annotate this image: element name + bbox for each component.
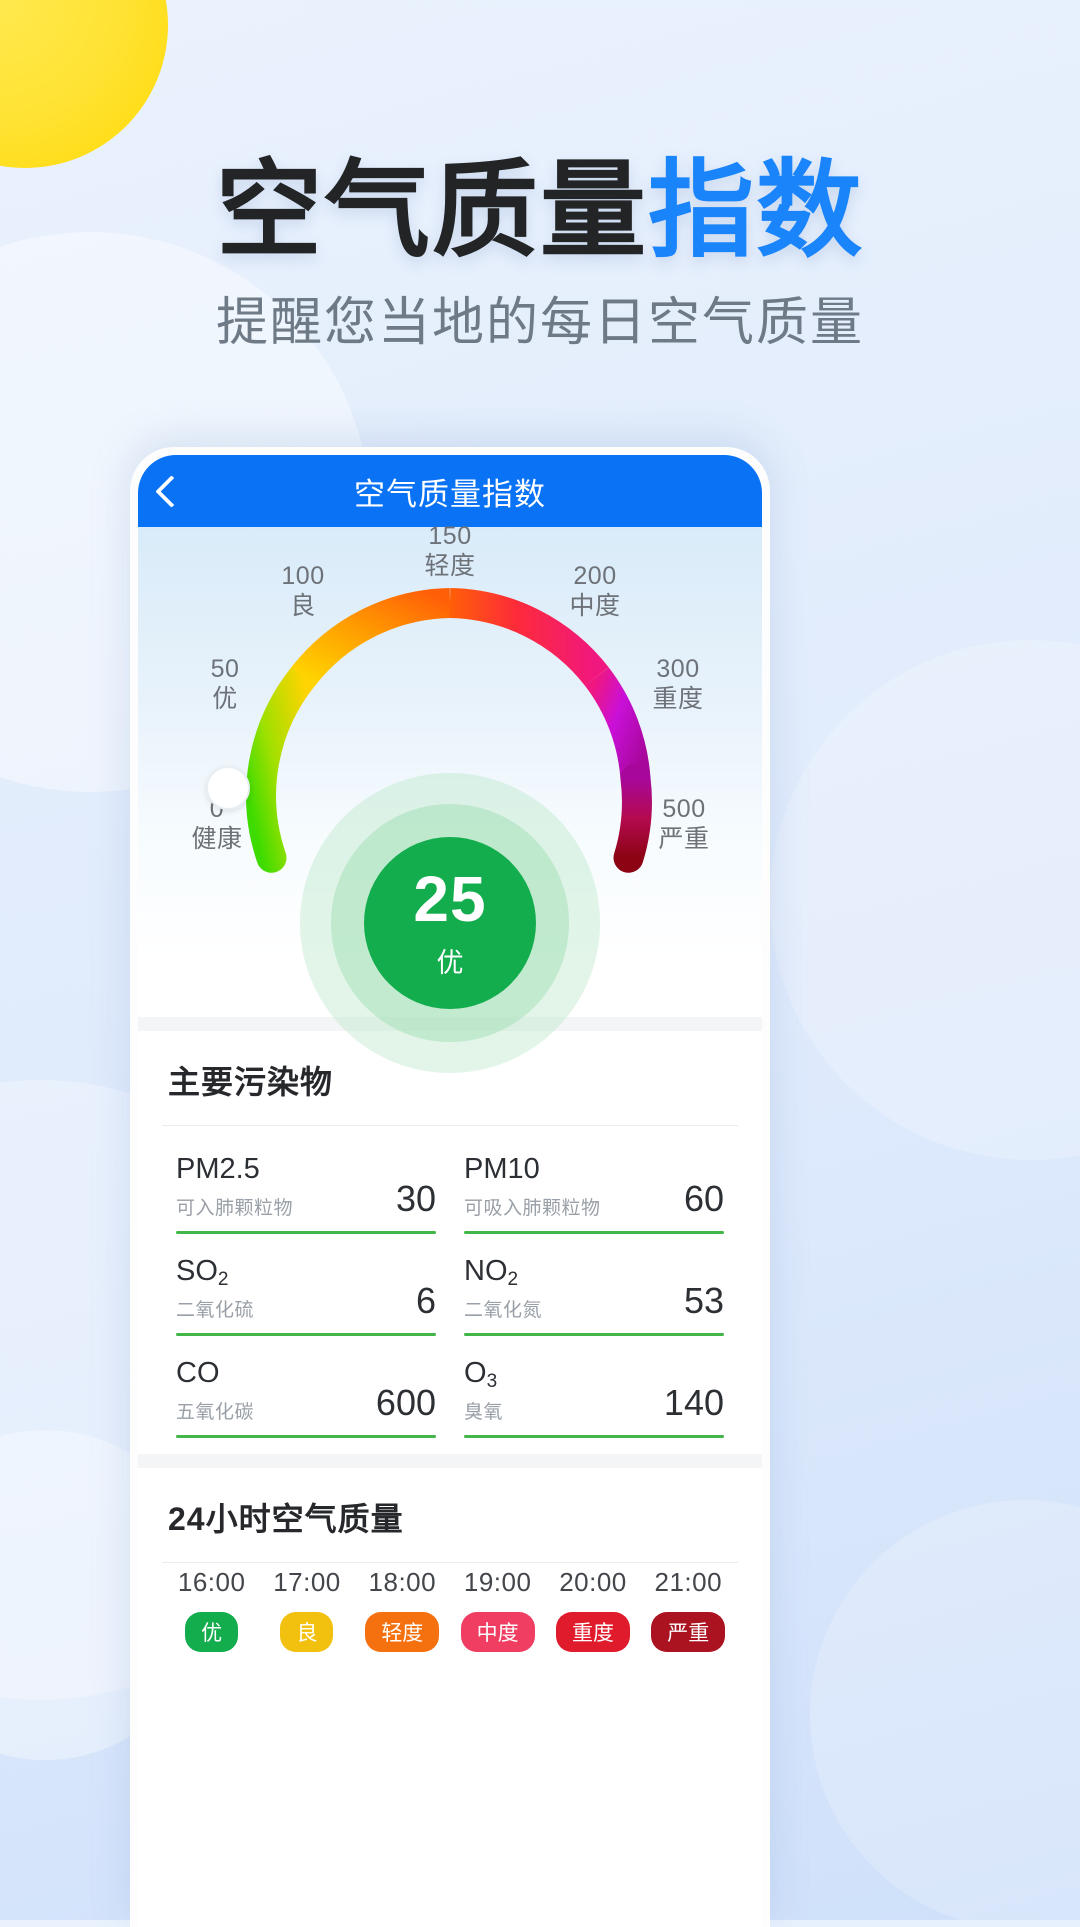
aqi-gauge: 0 健康 50 优 100 良 150 轻度 200 中度 300 重度 500… bbox=[138, 522, 762, 1073]
pollutant-item[interactable]: O3 臭氧 140 bbox=[450, 1336, 738, 1438]
pollutant-value: 30 bbox=[395, 1177, 436, 1219]
pollutant-value: 600 bbox=[375, 1381, 436, 1423]
pollutant-item[interactable]: CO 五氧化碳 600 bbox=[162, 1336, 450, 1438]
hourly-item[interactable]: 21:00 严重 bbox=[641, 1567, 736, 1652]
hourly-list[interactable]: 16:00 优 17:00 良 18:00 轻度 19:00 中度 20:00 … bbox=[138, 1563, 762, 1652]
hourly-level-badge: 轻度 bbox=[365, 1611, 440, 1652]
pollutant-name: O3 bbox=[464, 1356, 498, 1392]
hourly-level-badge: 中度 bbox=[460, 1611, 535, 1652]
gauge-tick-150: 150 轻度 bbox=[424, 522, 476, 580]
pollutant-desc: 二氧化硫 bbox=[176, 1299, 255, 1321]
gauge-tick-100: 100 良 bbox=[281, 562, 325, 620]
gauge-center: 25 优 bbox=[300, 773, 600, 1073]
gauge-tick-50: 50 优 bbox=[210, 655, 240, 713]
section-divider bbox=[138, 1453, 762, 1468]
hourly-time: 21:00 bbox=[654, 1566, 723, 1597]
pollutant-value: 53 bbox=[683, 1279, 724, 1321]
pollutant-value: 140 bbox=[663, 1381, 724, 1423]
app-bar: 空气质量指数 bbox=[138, 455, 762, 527]
phone-mockup: 空气质量指数 0 健康 50 优 100 良 150 轻度 200 中度 300… bbox=[130, 447, 770, 1927]
pollutant-desc: 臭氧 bbox=[464, 1401, 504, 1423]
pollutant-desc: 可入肺颗粒物 bbox=[176, 1197, 294, 1219]
pollutant-item[interactable]: NO2 二氧化氮 53 bbox=[450, 1234, 738, 1336]
pollutant-item[interactable]: PM2.5 可入肺颗粒物 30 bbox=[162, 1132, 450, 1234]
gauge-tick-500: 500 严重 bbox=[658, 795, 710, 853]
hourly-time: 20:00 bbox=[559, 1566, 627, 1597]
hourly-item[interactable]: 17:00 良 bbox=[259, 1567, 354, 1652]
pollutant-name: NO2 bbox=[464, 1254, 519, 1290]
hourly-time: 19:00 bbox=[463, 1566, 532, 1597]
pollutant-name: PM2.5 bbox=[176, 1153, 260, 1185]
pollutant-bar bbox=[464, 1434, 724, 1438]
chevron-left-icon bbox=[154, 474, 188, 508]
hourly-level-badge: 严重 bbox=[651, 1611, 726, 1652]
pollutant-item[interactable]: PM10 可吸入肺颗粒物 60 bbox=[450, 1132, 738, 1234]
hourly-level-badge: 优 bbox=[185, 1611, 239, 1652]
hourly-title: 24小时空气质量 bbox=[168, 1500, 404, 1537]
hourly-item[interactable]: 20:00 重度 bbox=[545, 1567, 640, 1652]
promo-title-dark: 空气质量 bbox=[216, 152, 648, 270]
hourly-item[interactable]: 16:00 优 bbox=[164, 1567, 259, 1652]
app-bar-title: 空气质量指数 bbox=[354, 476, 546, 512]
pollutant-desc: 可吸入肺颗粒物 bbox=[464, 1197, 601, 1219]
promo-headline: 空气质量指数 bbox=[0, 152, 1080, 271]
blob-decoration bbox=[810, 1500, 1080, 1920]
hourly-time: 16:00 bbox=[177, 1566, 246, 1597]
gauge-tick-300: 300 重度 bbox=[652, 655, 704, 713]
hourly-item[interactable]: 18:00 轻度 bbox=[355, 1567, 450, 1652]
hourly-level-badge: 重度 bbox=[555, 1611, 630, 1652]
sun-decoration bbox=[0, 0, 168, 168]
pollutant-value: 60 bbox=[683, 1177, 724, 1219]
pollutant-name: PM10 bbox=[464, 1153, 540, 1185]
aqi-gauge-card: 0 健康 50 优 100 良 150 轻度 200 中度 300 重度 500… bbox=[138, 522, 762, 1073]
hourly-time: 18:00 bbox=[368, 1566, 437, 1597]
pollutant-value: 6 bbox=[415, 1279, 436, 1321]
aqi-value: 25 bbox=[413, 862, 487, 935]
phone-screen: 空气质量指数 0 健康 50 优 100 良 150 轻度 200 中度 300… bbox=[138, 455, 762, 1927]
pollutant-desc: 二氧化氮 bbox=[464, 1299, 543, 1321]
aqi-level: 优 bbox=[436, 947, 464, 978]
pollutant-name: CO bbox=[176, 1356, 220, 1389]
pollutant-desc: 五氧化碳 bbox=[176, 1401, 255, 1423]
back-button[interactable] bbox=[138, 455, 204, 527]
pollutant-item[interactable]: SO2 二氧化硫 6 bbox=[162, 1234, 450, 1336]
hourly-time: 17:00 bbox=[273, 1566, 341, 1597]
pollutant-name: SO2 bbox=[176, 1254, 229, 1290]
blob-decoration bbox=[770, 640, 1080, 1160]
promo-subtitle: 提醒您当地的每日空气质量 bbox=[215, 294, 864, 352]
aqi-value-circle: 25 优 bbox=[364, 837, 536, 1009]
pollutants-grid: PM2.5 可入肺颗粒物 30 PM10 可吸入肺颗粒物 60 SO2 二氧化硫… bbox=[138, 1126, 762, 1454]
gauge-tick-200: 200 中度 bbox=[569, 562, 621, 620]
hourly-item[interactable]: 19:00 中度 bbox=[450, 1567, 545, 1652]
hourly-level-badge: 良 bbox=[280, 1611, 334, 1652]
pollutant-bar bbox=[176, 1434, 436, 1438]
gauge-indicator-knob[interactable] bbox=[206, 766, 250, 810]
promo-title-accent: 指数 bbox=[648, 152, 864, 270]
